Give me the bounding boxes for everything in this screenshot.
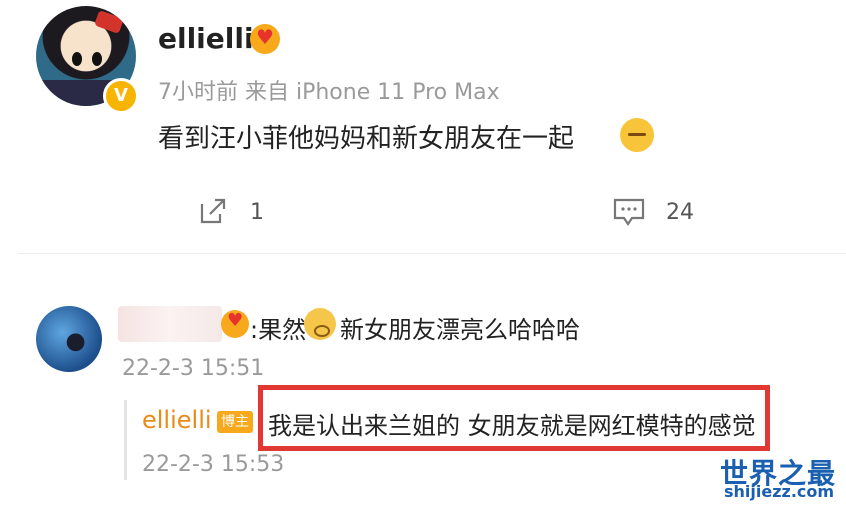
commenter-avatar[interactable] (36, 306, 102, 372)
post-content: 看到汪小菲他妈妈和新女朋友在一起 (158, 124, 575, 154)
watermark-url: shijiezz.com (724, 482, 835, 501)
avatar-eye (92, 52, 102, 66)
verified-badge-icon: V (103, 78, 139, 114)
surprised-emoji-icon (304, 308, 336, 340)
reply-time: 22-2-3 15:53 (142, 452, 285, 477)
reply-thread-bar (124, 400, 127, 480)
comment-icon[interactable] (612, 197, 646, 227)
author-username[interactable]: ellielli (158, 22, 254, 55)
heart-badge-icon (250, 24, 280, 54)
comment-prefix: :果然 (250, 316, 307, 344)
comment-time: 22-2-3 15:51 (122, 356, 265, 381)
comment-count[interactable]: 24 (666, 200, 694, 225)
avatar-bow (94, 10, 124, 34)
commenter-name-blurred (118, 306, 222, 342)
post-meta: 7小时前 来自 iPhone 11 Pro Max (158, 80, 500, 105)
share-icon[interactable] (198, 196, 228, 226)
reply-username[interactable]: ellielli (142, 406, 212, 434)
sleep-emoji-icon (620, 118, 654, 152)
divider (18, 253, 846, 254)
share-count[interactable]: 1 (250, 200, 264, 225)
heart-badge-icon (221, 310, 249, 338)
highlight-box (258, 385, 770, 451)
comment-text: 新女朋友漂亮么哈哈哈 (340, 316, 580, 344)
avatar-eye (72, 52, 82, 66)
blogger-tag: 博主 (217, 411, 253, 433)
